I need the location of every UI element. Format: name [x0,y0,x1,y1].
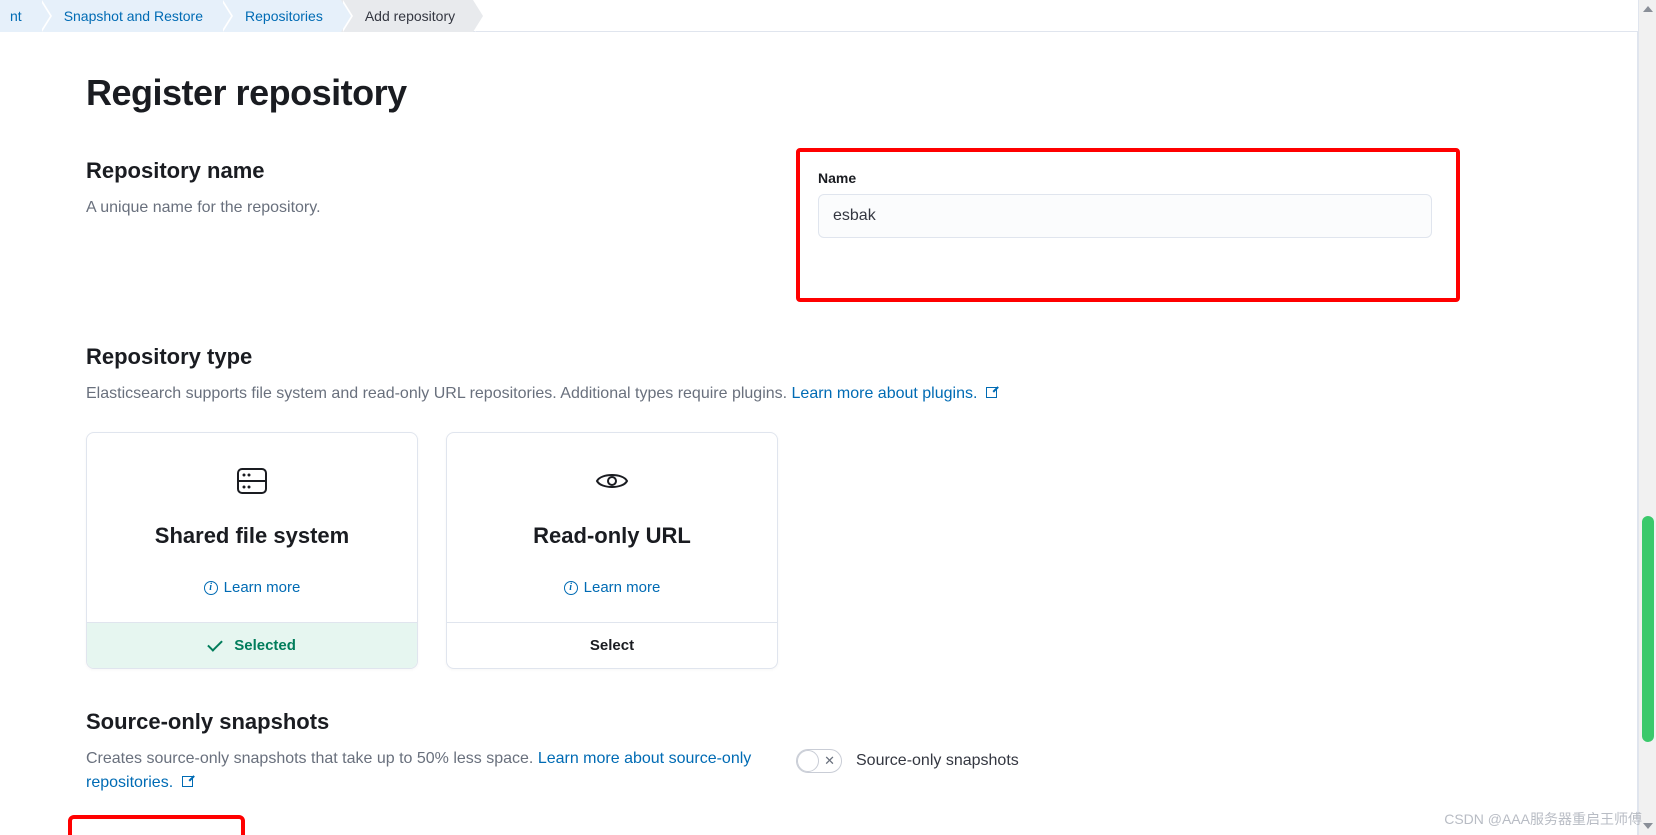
external-link-icon [986,387,997,398]
name-field-label: Name [818,170,1432,186]
card-title: Read-only URL [467,523,757,549]
repository-type-heading: Repository type [86,344,1500,370]
scrollbar-down-icon[interactable] [1643,823,1653,829]
repository-type-section: Repository type Elasticsearch supports f… [86,344,1500,669]
source-only-sub-text: Creates source-only snapshots that take … [86,750,538,767]
breadcrumb: nt Snapshot and Restore Repositories Add… [0,0,1656,32]
info-icon: i [204,581,218,595]
highlight-box-next: Next [68,815,245,835]
toggle-thumb [797,750,819,772]
card-foot-label: Select [590,637,634,654]
source-only-sub: Creates source-only snapshots that take … [86,747,756,795]
card-title: Shared file system [107,523,397,549]
scrollbar-thumb[interactable] [1642,516,1654,742]
card-read-only-url[interactable]: Read-only URL i Learn more Select [446,432,778,669]
card-learn-more-link[interactable]: i Learn more [204,579,301,596]
next-row: Next [86,815,1500,835]
storage-icon [107,465,397,497]
eye-icon [467,465,757,497]
page-title: Register repository [86,72,1500,114]
repository-type-sub-text: Elasticsearch supports file system and r… [86,385,792,402]
info-icon: i [564,581,578,595]
source-only-toggle-row: ✕ Source-only snapshots [796,749,1460,773]
external-link-icon [182,776,193,787]
content: Register repository Repository name A un… [0,32,1500,835]
source-only-row: Source-only snapshots Creates source-onl… [86,709,1500,795]
source-only-toggle[interactable]: ✕ [796,749,842,773]
card-foot-select[interactable]: Select [447,622,777,668]
source-only-toggle-label: Source-only snapshots [856,752,1019,770]
repository-name-row: Repository name A unique name for the re… [86,158,1500,302]
breadcrumb-item-nt[interactable]: nt [0,0,40,32]
card-learn-more-link[interactable]: i Learn more [564,579,661,596]
scrollbar[interactable] [1638,0,1656,835]
card-learn-label: Learn more [584,579,661,596]
repository-type-cards: Shared file system i Learn more Selected [86,432,1500,669]
card-foot-selected: Selected [87,622,417,668]
main-scroll-area: Register repository Repository name A un… [0,32,1638,835]
source-only-heading: Source-only snapshots [86,709,756,735]
name-input[interactable] [818,194,1432,238]
close-icon: ✕ [824,753,835,769]
repository-name-sub: A unique name for the repository. [86,196,756,220]
watermark: CSDN @AAA服务器重启王师傅 [1444,809,1642,829]
card-foot-label: Selected [234,637,296,654]
breadcrumb-item-add-repository: Add repository [341,0,473,32]
breadcrumb-item-repositories[interactable]: Repositories [221,0,341,32]
check-icon [207,636,223,652]
card-shared-file-system[interactable]: Shared file system i Learn more Selected [86,432,418,669]
repository-type-sub: Elasticsearch supports file system and r… [86,382,1500,406]
highlight-box-name: Name [796,148,1460,302]
repository-name-heading: Repository name [86,158,756,184]
scrollbar-up-icon[interactable] [1643,6,1653,12]
breadcrumb-item-snapshot-restore[interactable]: Snapshot and Restore [40,0,221,32]
learn-more-plugins-link[interactable]: Learn more about plugins. [792,385,978,402]
card-learn-label: Learn more [224,579,301,596]
